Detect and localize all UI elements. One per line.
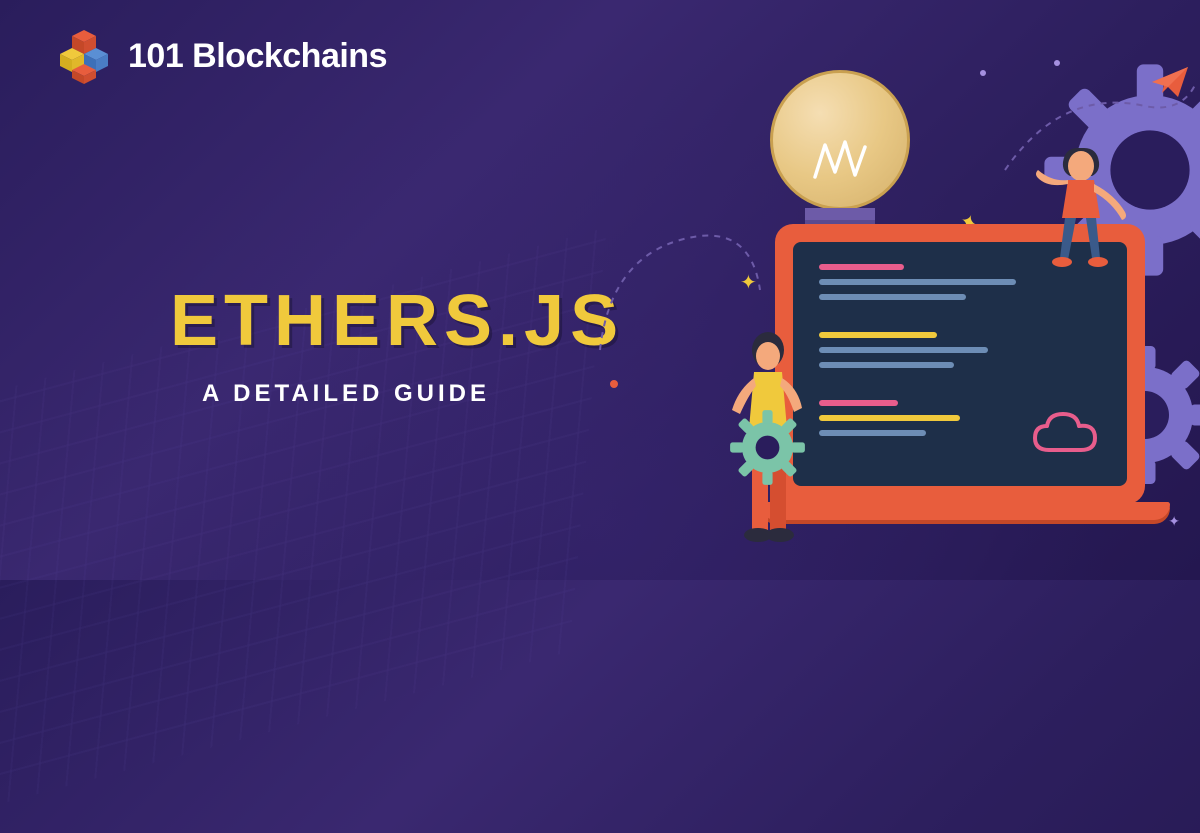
person-standing-illustration [700, 330, 830, 560]
decorative-dot [610, 380, 618, 388]
decorative-dot [980, 70, 986, 76]
star-icon: ✦ [740, 270, 757, 295]
hero-title: ETHERS.JS [170, 280, 624, 362]
brand-logo-container: 101 Blockchains [58, 28, 387, 84]
held-gear-icon [725, 405, 810, 490]
hero-illustration: ✦ ✦ ✦ [580, 0, 1200, 580]
star-icon: ✦ [1168, 513, 1180, 530]
decorative-dot [1054, 60, 1060, 66]
person-sitting-illustration [1030, 140, 1150, 290]
cloud-icon [1029, 408, 1101, 458]
logo-text: 101 Blockchains [128, 37, 387, 76]
hero-subtitle: A DETAILED GUIDE [202, 380, 490, 408]
logo-cubes-icon [58, 28, 114, 84]
